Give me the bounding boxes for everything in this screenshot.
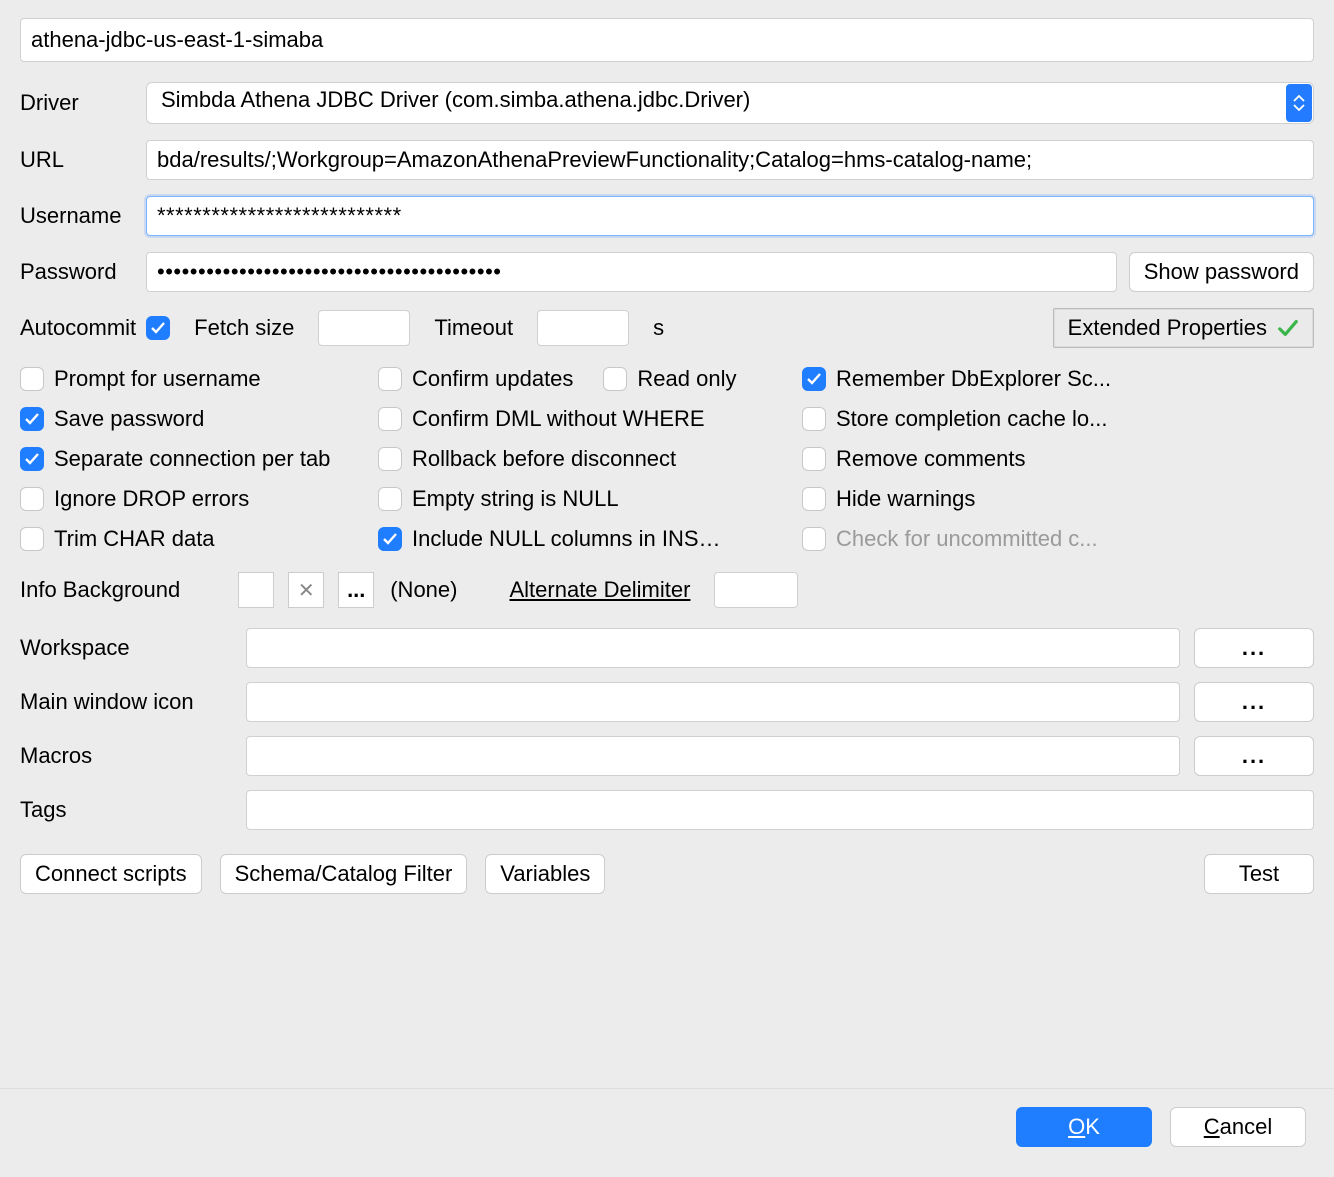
cancel-button[interactable]: Cancel bbox=[1170, 1107, 1306, 1147]
separate-connection-checkbox[interactable]: Separate connection per tab bbox=[20, 446, 378, 472]
macros-browse-button[interactable]: ... bbox=[1194, 736, 1314, 776]
variables-button[interactable]: Variables bbox=[485, 854, 605, 894]
dropdown-arrows-icon bbox=[1286, 84, 1312, 122]
pick-color-button[interactable]: ... bbox=[338, 572, 374, 608]
ok-button[interactable]: OK bbox=[1016, 1107, 1152, 1147]
tags-input[interactable] bbox=[246, 790, 1314, 830]
fetch-size-label: Fetch size bbox=[194, 315, 294, 341]
alternate-delimiter-input[interactable] bbox=[714, 572, 798, 608]
main-icon-label: Main window icon bbox=[20, 689, 232, 715]
trim-char-checkbox[interactable]: Trim CHAR data bbox=[20, 526, 378, 552]
remember-dbexplorer-checkbox[interactable]: Remember DbExplorer Sc... bbox=[802, 366, 1182, 392]
timeout-input[interactable] bbox=[537, 310, 629, 346]
fetch-size-input[interactable] bbox=[318, 310, 410, 346]
url-label: URL bbox=[20, 147, 146, 173]
driver-select-value: Simbda Athena JDBC Driver (com.simba.ath… bbox=[146, 82, 1314, 124]
extended-properties-button[interactable]: Extended Properties bbox=[1053, 308, 1314, 348]
empty-null-checkbox[interactable]: Empty string is NULL bbox=[378, 486, 802, 512]
macros-label: Macros bbox=[20, 743, 232, 769]
show-password-button[interactable]: Show password bbox=[1129, 252, 1314, 292]
prompt-username-checkbox[interactable]: Prompt for username bbox=[20, 366, 378, 392]
workspace-input[interactable] bbox=[246, 628, 1180, 668]
confirm-dml-checkbox[interactable]: Confirm DML without WHERE bbox=[378, 406, 802, 432]
profile-name-input[interactable] bbox=[20, 18, 1314, 62]
timeout-label: Timeout bbox=[434, 315, 513, 341]
store-cache-checkbox[interactable]: Store completion cache lo... bbox=[802, 406, 1182, 432]
ellipsis-icon: ... bbox=[347, 577, 365, 603]
username-label: Username bbox=[20, 203, 146, 229]
url-input[interactable] bbox=[146, 140, 1314, 180]
driver-select[interactable]: Simbda Athena JDBC Driver (com.simba.ath… bbox=[146, 82, 1314, 124]
rollback-disconnect-checkbox[interactable]: Rollback before disconnect bbox=[378, 446, 802, 472]
check-uncommitted-checkbox: Check for uncommitted c... bbox=[802, 526, 1182, 552]
extended-properties-label: Extended Properties bbox=[1068, 315, 1267, 341]
autocommit-checkbox[interactable]: Autocommit bbox=[20, 315, 170, 341]
confirm-updates-checkbox[interactable]: Confirm updates bbox=[378, 366, 573, 392]
read-only-checkbox[interactable]: Read only bbox=[603, 366, 736, 392]
alternate-delimiter-link[interactable]: Alternate Delimiter bbox=[509, 577, 690, 603]
color-none-label: (None) bbox=[390, 577, 457, 603]
color-swatch-button[interactable] bbox=[238, 572, 274, 608]
autocommit-label: Autocommit bbox=[20, 315, 136, 341]
username-input[interactable] bbox=[146, 196, 1314, 236]
workspace-browse-button[interactable]: ... bbox=[1194, 628, 1314, 668]
tags-label: Tags bbox=[20, 797, 232, 823]
remove-comments-checkbox[interactable]: Remove comments bbox=[802, 446, 1182, 472]
password-label: Password bbox=[20, 259, 146, 285]
workspace-label: Workspace bbox=[20, 635, 232, 661]
check-icon bbox=[146, 316, 170, 340]
hide-warnings-checkbox[interactable]: Hide warnings bbox=[802, 486, 1182, 512]
macros-input[interactable] bbox=[246, 736, 1180, 776]
schema-filter-button[interactable]: Schema/Catalog Filter bbox=[220, 854, 468, 894]
test-button[interactable]: Test bbox=[1204, 854, 1314, 894]
clear-color-button[interactable]: ✕ bbox=[288, 572, 324, 608]
checkmark-icon bbox=[1277, 317, 1299, 339]
main-icon-browse-button[interactable]: ... bbox=[1194, 682, 1314, 722]
main-icon-input[interactable] bbox=[246, 682, 1180, 722]
driver-label: Driver bbox=[20, 90, 146, 116]
ignore-drop-checkbox[interactable]: Ignore DROP errors bbox=[20, 486, 378, 512]
save-password-checkbox[interactable]: Save password bbox=[20, 406, 378, 432]
password-input[interactable] bbox=[146, 252, 1117, 292]
timeout-unit-label: s bbox=[653, 315, 664, 341]
info-bg-label: Info Background bbox=[20, 577, 180, 603]
x-icon: ✕ bbox=[298, 578, 315, 603]
connect-scripts-button[interactable]: Connect scripts bbox=[20, 854, 202, 894]
include-null-checkbox[interactable]: Include NULL columns in INSERTs bbox=[378, 526, 802, 552]
